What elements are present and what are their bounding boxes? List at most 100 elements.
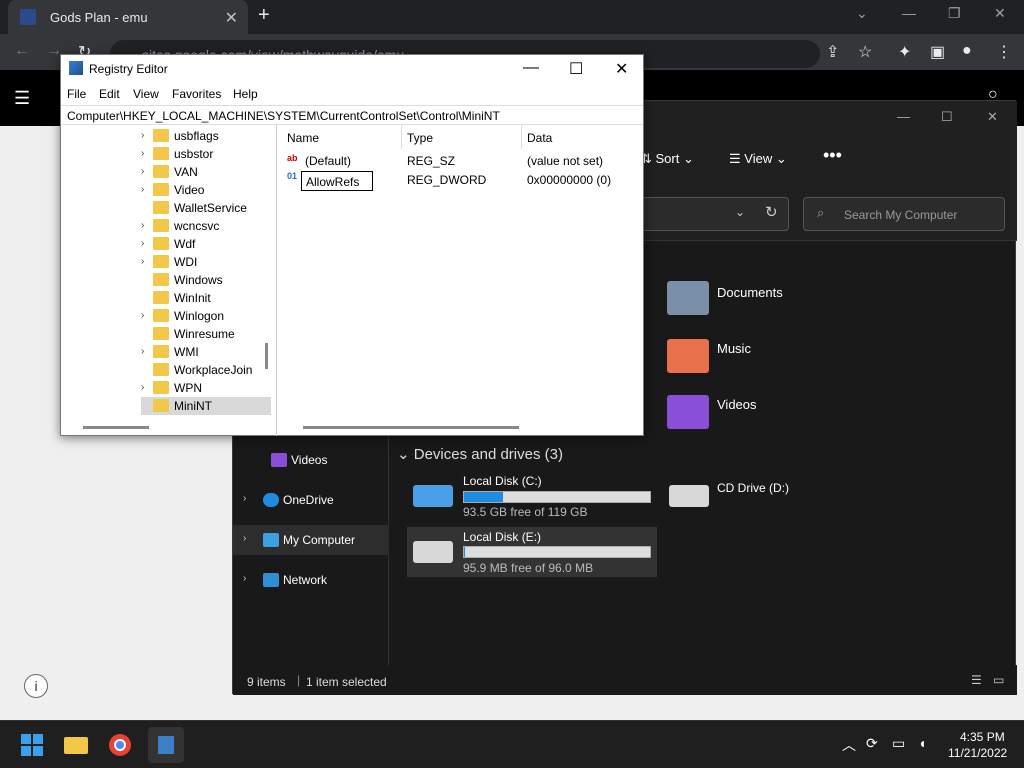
tree-key[interactable]: WinInit (141, 289, 271, 307)
expand-chevron-icon[interactable]: › (141, 346, 144, 357)
values-horizontal-scrollbar[interactable] (303, 426, 519, 429)
more-options-icon[interactable]: ••• (823, 145, 842, 166)
drive-c-label[interactable]: Local Disk (C:) (463, 474, 542, 488)
expand-chevron-icon[interactable]: › (141, 256, 144, 267)
quick-access-videos[interactable]: Videos (717, 397, 757, 412)
chevron-right-icon[interactable]: › (243, 533, 246, 544)
column-name-header[interactable]: Name (287, 131, 319, 145)
chevron-right-icon[interactable]: › (243, 573, 246, 584)
windows-drive-icon[interactable] (413, 485, 453, 507)
tree-vertical-scrollbar[interactable] (265, 343, 268, 369)
extensions-icon[interactable]: ✦ (898, 42, 911, 62)
value-name[interactable]: (Default) (305, 154, 351, 168)
menu-help[interactable]: Help (233, 87, 258, 101)
tree-key[interactable]: Winresume (141, 325, 271, 343)
start-button[interactable] (14, 727, 50, 763)
tree-key[interactable]: › WMI (141, 343, 271, 361)
drive-e-label[interactable]: Local Disk (E:) (463, 530, 541, 544)
tree-key[interactable]: › usbstor (141, 145, 271, 163)
registry-path-bar[interactable]: Computer\HKEY_LOCAL_MACHINE\SYSTEM\Curre… (61, 105, 643, 125)
regedit-maximize-icon[interactable]: ☐ (569, 59, 583, 79)
profile-icon[interactable]: ● (962, 42, 972, 60)
tiles-view-icon[interactable]: ▭ (993, 673, 1004, 687)
tree-key[interactable]: MiniNT (141, 397, 271, 415)
quick-access-music[interactable]: Music (717, 341, 751, 356)
share-icon[interactable]: ⇪ (826, 42, 839, 62)
column-divider[interactable] (521, 125, 522, 149)
expand-chevron-icon[interactable]: › (141, 310, 144, 321)
tree-key[interactable]: › Video (141, 181, 271, 199)
regedit-close-icon[interactable]: ✕ (615, 59, 628, 79)
regedit-minimize-icon[interactable]: — (523, 59, 539, 77)
tree-key[interactable]: WorkplaceJoin (141, 361, 271, 379)
details-view-icon[interactable]: ☰ (971, 673, 982, 687)
explorer-minimize-icon[interactable]: — (897, 109, 910, 124)
videos-folder-icon[interactable] (667, 395, 709, 429)
info-icon[interactable]: i (24, 674, 48, 698)
nav-item-videos[interactable]: Videos (233, 445, 389, 475)
quick-access-documents[interactable]: Documents (717, 285, 783, 300)
bookmark-star-icon[interactable]: ☆ (858, 42, 872, 62)
address-history-chevron-icon[interactable]: ⌄ (735, 205, 745, 219)
menu-edit[interactable]: Edit (99, 87, 120, 101)
expand-chevron-icon[interactable]: › (141, 130, 144, 141)
explorer-close-icon[interactable]: ✕ (987, 109, 998, 125)
expand-chevron-icon[interactable]: › (141, 382, 144, 393)
nav-item-my-computer[interactable]: › My Computer (233, 525, 389, 555)
taskbar-file-explorer[interactable] (58, 727, 94, 763)
side-panel-icon[interactable]: ▣ (930, 42, 945, 62)
column-divider[interactable] (401, 125, 402, 149)
tree-key[interactable]: › Wdf (141, 235, 271, 253)
disk-drive-icon[interactable] (413, 541, 453, 563)
refresh-icon[interactable]: ↻ (765, 203, 778, 221)
nav-item-network[interactable]: › Network (233, 565, 389, 595)
expand-chevron-icon[interactable]: › (141, 166, 144, 177)
tree-key[interactable]: › WDI (141, 253, 271, 271)
close-window-icon[interactable]: ✕ (994, 5, 1006, 22)
tree-key[interactable]: › usbflags (141, 127, 271, 145)
tree-key[interactable]: WalletService (141, 199, 271, 217)
tray-overflow-chevron-icon[interactable]: ︿ (842, 735, 856, 755)
menu-kebab-icon[interactable]: ⋮ (996, 42, 1012, 62)
devices-section-heading[interactable]: ⌄ Devices and drives (3) (397, 445, 563, 463)
hamburger-menu-icon[interactable]: ☰ (14, 88, 30, 109)
tree-key[interactable]: Windows (141, 271, 271, 289)
cd-drive-icon[interactable] (669, 485, 709, 507)
new-tab-icon[interactable]: + (258, 4, 270, 27)
column-type-header[interactable]: Type (407, 131, 433, 145)
expand-chevron-icon[interactable]: › (141, 238, 144, 249)
clock-date[interactable]: 11/21/2022 (948, 746, 1007, 760)
column-data-header[interactable]: Data (527, 131, 552, 145)
taskbar-registry-editor[interactable] (148, 727, 184, 763)
expand-chevron-icon[interactable]: › (141, 148, 144, 159)
music-folder-icon[interactable] (667, 339, 709, 373)
view-button[interactable]: ☰ View ⌄ (729, 151, 787, 167)
tree-key[interactable]: › VAN (141, 163, 271, 181)
expand-chevron-icon[interactable]: › (141, 220, 144, 231)
menu-file[interactable]: File (67, 87, 86, 101)
tree-key[interactable]: › wcncsvc (141, 217, 271, 235)
chevron-right-icon[interactable]: › (243, 493, 246, 504)
restore-icon[interactable]: ❐ (948, 5, 961, 22)
close-tab-icon[interactable]: ✕ (225, 8, 238, 28)
browser-tab[interactable]: Gods Plan - emu ✕ (8, 0, 248, 34)
volume-icon[interactable]: ◖ (918, 735, 926, 751)
nav-item-onedrive[interactable]: › OneDrive (233, 485, 389, 515)
expand-chevron-icon[interactable]: › (141, 184, 144, 195)
clock-time[interactable]: 4:35 PM (960, 730, 1005, 744)
network-status-icon[interactable]: ▭ (892, 735, 905, 752)
taskbar-chrome[interactable] (102, 727, 138, 763)
drive-d-label[interactable]: CD Drive (D:) (717, 481, 789, 495)
minimize-icon[interactable]: — (902, 5, 916, 21)
back-icon[interactable]: ← (14, 42, 30, 60)
tree-key[interactable]: › WPN (141, 379, 271, 397)
sync-icon[interactable]: ⟳ (866, 735, 878, 752)
rename-value-input[interactable]: AllowRefs (301, 171, 373, 191)
documents-folder-icon[interactable] (667, 281, 709, 315)
sort-button[interactable]: ⇅ Sort ⌄ (641, 151, 694, 167)
search-input[interactable]: Search My Computer (803, 197, 1005, 231)
menu-view[interactable]: View (133, 87, 159, 101)
tab-search-icon[interactable]: ⌄ (856, 5, 868, 22)
explorer-maximize-icon[interactable]: ☐ (941, 109, 953, 125)
menu-favorites[interactable]: Favorites (172, 87, 221, 101)
